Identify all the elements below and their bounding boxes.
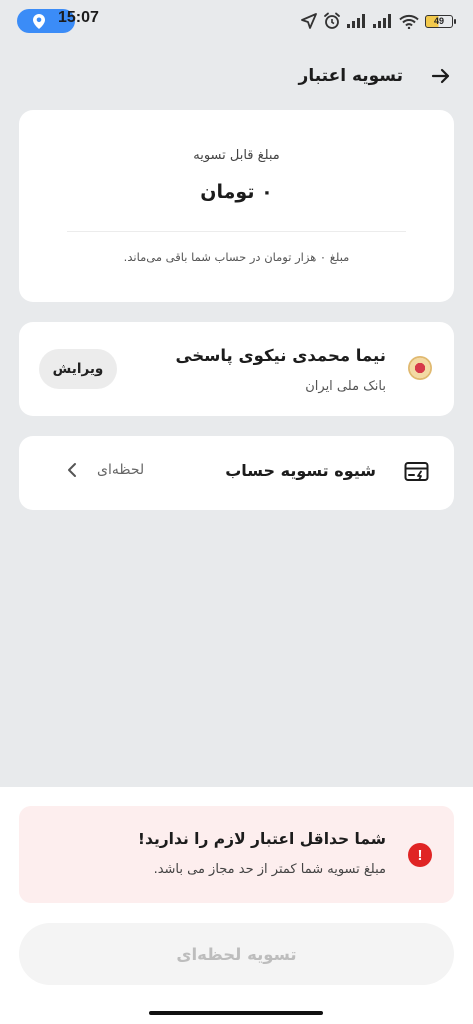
card-transfer-icon bbox=[404, 462, 429, 481]
page-header: تسویه اعتبار bbox=[0, 60, 473, 92]
instant-settlement-button[interactable]: تسویه لحظه‌ای bbox=[19, 923, 454, 985]
error-alert: ! شما حداقل اعتبار لازم را ندارید! مبلغ … bbox=[19, 806, 454, 903]
amount-label: مبلغ قابل تسویه bbox=[193, 148, 280, 163]
account-holder-name: نیما محمدی نیکوی پاسخی bbox=[175, 346, 386, 365]
navigation-arrow-icon bbox=[301, 13, 317, 29]
bank-name: بانک ملی ایران bbox=[305, 379, 386, 394]
location-pin-icon bbox=[33, 13, 45, 29]
wifi-icon bbox=[399, 14, 419, 29]
status-bar: 15:07 49 bbox=[0, 0, 473, 42]
page-title: تسویه اعتبار bbox=[298, 66, 403, 86]
amount-card: مبلغ قابل تسویه ۰ تومان مبلغ ۰ هزار توما… bbox=[19, 110, 454, 302]
divider bbox=[67, 231, 406, 232]
account-card: نیما محمدی نیکوی پاسخی بانک ملی ایران وی… bbox=[19, 322, 454, 416]
alert-title: شما حداقل اعتبار لازم را ندارید! bbox=[137, 830, 386, 848]
status-time: 15:07 bbox=[58, 9, 99, 26]
signal-icon bbox=[347, 14, 365, 28]
home-indicator[interactable] bbox=[149, 1011, 323, 1015]
status-icons: 49 bbox=[301, 12, 456, 30]
amount-note: مبلغ ۰ هزار تومان در حساب شما باقی می‌ما… bbox=[123, 250, 350, 264]
settlement-method-row[interactable]: شیوه تسویه حساب لحظه‌ای bbox=[19, 436, 454, 510]
settlement-method-label: شیوه تسویه حساب bbox=[225, 461, 376, 480]
arrow-right-icon[interactable] bbox=[431, 67, 451, 85]
signal-icon bbox=[373, 14, 391, 28]
alert-message: مبلغ تسویه شما کمتر از حد مجاز می باشد. bbox=[153, 862, 386, 877]
error-icon: ! bbox=[408, 843, 432, 867]
bottom-sheet: ! شما حداقل اعتبار لازم را ندارید! مبلغ … bbox=[0, 787, 473, 1024]
amount-value: ۰ تومان bbox=[200, 181, 273, 203]
bank-melli-logo bbox=[408, 356, 432, 380]
chevron-left-icon bbox=[68, 463, 76, 477]
alarm-icon bbox=[324, 12, 340, 29]
battery-level: 49 bbox=[433, 16, 444, 26]
settlement-method-value: لحظه‌ای bbox=[97, 462, 145, 478]
edit-button[interactable]: ویرایش bbox=[39, 349, 117, 389]
battery-icon: 49 bbox=[425, 14, 456, 28]
